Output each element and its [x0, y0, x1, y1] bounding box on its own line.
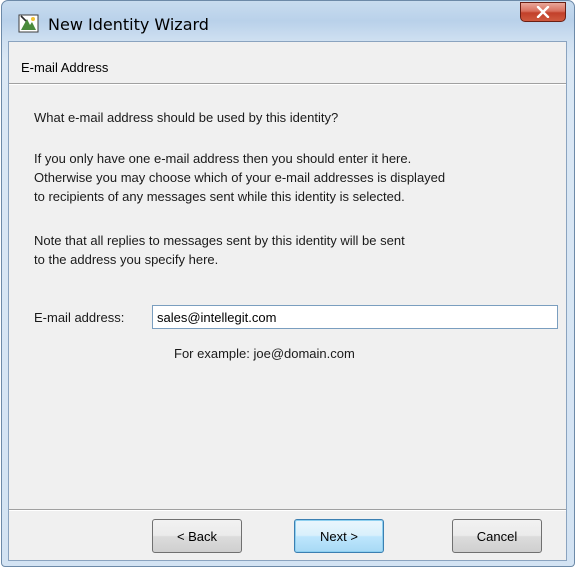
- note-line-2: to the address you specify here.: [34, 252, 219, 267]
- close-button[interactable]: [520, 2, 566, 22]
- title-bar[interactable]: New Identity Wizard: [2, 1, 574, 41]
- email-address-label: E-mail address:: [34, 310, 125, 325]
- footer-divider: [9, 509, 566, 510]
- window-title: New Identity Wizard: [48, 15, 209, 34]
- question-text: What e-mail address should be used by th…: [34, 110, 339, 125]
- info-line-2: Otherwise you may choose which of your e…: [34, 170, 446, 185]
- wizard-icon: [18, 14, 39, 33]
- close-icon: [536, 6, 550, 18]
- info-line-1: If you only have one e-mail address then…: [34, 151, 412, 166]
- page-header: E-mail Address: [9, 42, 566, 84]
- note-line-1: Note that all replies to messages sent b…: [34, 233, 405, 248]
- info-line-3: to recipients of any messages sent while…: [34, 189, 405, 204]
- back-button[interactable]: < Back: [152, 519, 242, 553]
- example-text: For example: joe@domain.com: [174, 346, 355, 361]
- wizard-window: New Identity Wizard E-mail Address What …: [1, 0, 575, 567]
- wizard-client-area: E-mail Address What e-mail address shoul…: [8, 41, 567, 561]
- next-button[interactable]: Next >: [294, 519, 384, 553]
- email-address-input[interactable]: [152, 305, 558, 329]
- page-title: E-mail Address: [21, 60, 109, 75]
- cancel-button[interactable]: Cancel: [452, 519, 542, 553]
